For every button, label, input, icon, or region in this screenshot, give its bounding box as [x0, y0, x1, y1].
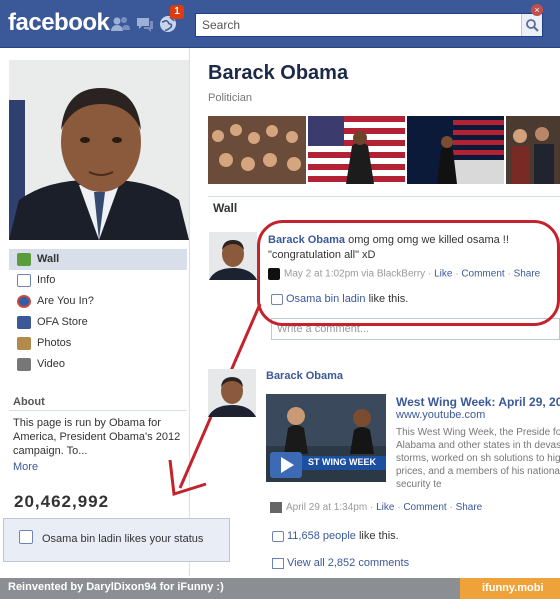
post-author-avatar[interactable] [208, 369, 256, 417]
about-more-link[interactable]: More [13, 461, 38, 473]
photos-icon [17, 337, 31, 350]
nav-item-info[interactable]: Info [9, 270, 187, 291]
video-title-link[interactable]: West Wing Week: April 29, 20 [396, 395, 560, 409]
page-title: Barack Obama [208, 62, 349, 84]
view-all-comments-link[interactable]: View all 2,852 comments [287, 557, 409, 569]
thumbs-up-icon [19, 530, 33, 544]
page-likes-count: 20,462,992 [14, 492, 110, 511]
video-description: This West Wing Week, the Preside for Ala… [396, 427, 560, 490]
toast-text: Osama bin ladin likes your status [42, 533, 204, 545]
search-icon [526, 19, 539, 32]
video-icon [17, 358, 31, 371]
ifunny-badge: ifunny.mobi [460, 578, 560, 599]
video-banner-text: ST WING WEEK [308, 457, 376, 467]
info-icon [17, 274, 31, 287]
search-input[interactable]: Search [195, 13, 543, 37]
page-category: Politician [208, 92, 253, 104]
notification-count-badge[interactable]: 1 [170, 5, 184, 19]
video-meta-icon [270, 502, 282, 513]
about-text: This page is run by Obama for America, P… [13, 417, 181, 457]
comments-icon [272, 557, 284, 569]
post-timestamp[interactable]: April 29 at 1:34pm [286, 502, 367, 513]
post-likes: 11,658 people like this. [272, 530, 399, 542]
search-button[interactable] [521, 14, 542, 36]
watermark-credit: Reinvented by DarylDixon94 for iFunny :) [8, 581, 224, 593]
photo-strip-item-people[interactable] [506, 116, 560, 184]
photo-strip-item-flag-speech[interactable] [308, 116, 405, 184]
like-link[interactable]: Like [376, 502, 394, 513]
campaign-icon [17, 295, 31, 308]
nav-item-wall[interactable]: Wall [9, 249, 187, 270]
notification-toast[interactable]: Osama bin ladin likes your status [3, 518, 230, 562]
comment-link[interactable]: Comment [403, 502, 446, 513]
thumbs-up-icon [272, 530, 284, 542]
likes-count-link[interactable]: 11,658 people [287, 530, 356, 542]
close-icon[interactable]: × [531, 4, 543, 16]
photo-strip-item-crowd[interactable] [208, 116, 306, 184]
messages-icon[interactable] [135, 14, 155, 34]
annotation-ellipse [257, 220, 560, 326]
wall-heading: Wall [208, 196, 560, 218]
post-author-name[interactable]: Barack Obama [266, 370, 343, 382]
share-link[interactable]: Share [456, 502, 483, 513]
profile-picture[interactable] [9, 60, 189, 240]
facebook-logo[interactable]: facebook [8, 9, 110, 37]
view-comments-row: View all 2,852 comments [272, 557, 409, 569]
post-meta: April 29 at 1:34pm · Like · Comment · Sh… [270, 502, 482, 513]
wall-icon [17, 253, 31, 266]
store-icon [17, 316, 31, 329]
post-author-avatar[interactable] [209, 232, 257, 280]
photo-strip-item-stage[interactable] [407, 116, 504, 184]
video-url[interactable]: www.youtube.com [396, 409, 485, 421]
friend-requests-icon[interactable] [110, 14, 130, 34]
about-heading: About [13, 396, 45, 408]
video-thumbnail[interactable]: ST WING WEEK [266, 394, 386, 482]
